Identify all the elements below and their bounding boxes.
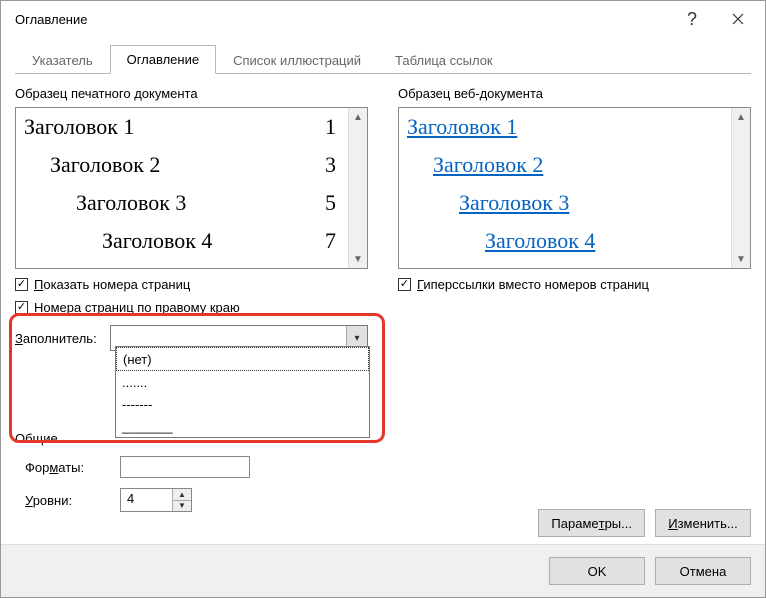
- checkbox-icon: [398, 278, 411, 291]
- fill-leader-label: Заполнитель:: [15, 331, 110, 346]
- print-preview-box: Заголовок 1 1 Заголовок 2 3 Заголовок 3 …: [15, 107, 368, 269]
- dialog-window: Оглавление ? Указатель Оглавление Список…: [0, 0, 766, 598]
- scroll-down-icon[interactable]: ▼: [349, 250, 367, 268]
- dialog-button-bar: OK Отмена: [1, 544, 765, 597]
- formats-combo[interactable]: [120, 456, 250, 478]
- close-icon: [732, 13, 744, 25]
- checkbox-icon: [15, 278, 28, 291]
- tab-figures[interactable]: Список иллюстраций: [216, 46, 378, 74]
- print-preview-label: Образец печатного документа: [15, 86, 368, 101]
- formats-label: Форматы:: [15, 460, 120, 475]
- web-preview-row: Заголовок 2: [407, 152, 723, 190]
- scroll-track[interactable]: [732, 126, 750, 250]
- modify-button[interactable]: Изменить...: [655, 509, 751, 537]
- tab-strip: Указатель Оглавление Список иллюстраций …: [15, 45, 751, 74]
- options-button-row: Параметры... Изменить...: [538, 509, 751, 537]
- checkbox-right-align[interactable]: Номера страниц по правому краю: [15, 300, 368, 315]
- print-heading: Заголовок 1: [24, 114, 134, 140]
- print-heading: Заголовок 3: [76, 190, 186, 216]
- ok-button[interactable]: OK: [549, 557, 645, 585]
- web-heading-link: Заголовок 1: [407, 114, 517, 140]
- print-preview: Заголовок 1 1 Заголовок 2 3 Заголовок 3 …: [16, 108, 348, 268]
- print-preview-scrollbar[interactable]: ▲ ▼: [348, 108, 367, 268]
- web-heading-link: Заголовок 4: [485, 228, 595, 254]
- spinner-buttons: ▲ ▼: [172, 489, 191, 511]
- print-preview-row: Заголовок 2 3: [24, 152, 340, 190]
- scroll-up-icon[interactable]: ▲: [349, 108, 367, 126]
- print-page: 5: [325, 190, 340, 216]
- help-button[interactable]: ?: [669, 1, 715, 37]
- spinner-down-icon[interactable]: ▼: [173, 501, 191, 512]
- web-heading-link: Заголовок 2: [433, 152, 543, 178]
- dialog-content: Указатель Оглавление Список иллюстраций …: [15, 45, 751, 537]
- web-preview-label: Образец веб-документа: [398, 86, 751, 101]
- web-preview-row: Заголовок 4: [407, 228, 723, 266]
- print-preview-row: Заголовок 1 1: [24, 114, 340, 152]
- title-bar: Оглавление ?: [1, 1, 765, 37]
- checkbox-show-page-numbers[interactable]: Показать номера страниц: [15, 277, 368, 292]
- print-page: 7: [325, 228, 340, 254]
- fill-option-none[interactable]: (нет): [116, 347, 369, 371]
- spinner-up-icon[interactable]: ▲: [173, 489, 191, 501]
- fill-leader-dropdown-list[interactable]: (нет) ....... ------- _______: [115, 346, 370, 438]
- right-column: Образец веб-документа Заголовок 1 Заголо…: [398, 86, 751, 512]
- fill-option-dashes[interactable]: -------: [116, 393, 369, 415]
- print-page: 3: [325, 152, 340, 178]
- window-title: Оглавление: [15, 12, 669, 27]
- left-column: Образец печатного документа Заголовок 1 …: [15, 86, 368, 512]
- tab-body: Образец печатного документа Заголовок 1 …: [15, 74, 751, 512]
- web-preview-scrollbar[interactable]: ▲ ▼: [731, 108, 750, 268]
- levels-value: 4: [121, 489, 172, 511]
- tab-authorities[interactable]: Таблица ссылок: [378, 46, 510, 74]
- web-preview-row: Заголовок 3: [407, 190, 723, 228]
- scroll-up-icon[interactable]: ▲: [732, 108, 750, 126]
- formats-row: Форматы:: [15, 456, 368, 478]
- checkbox-hyperlinks[interactable]: Гиперссылки вместо номеров страниц: [398, 277, 751, 292]
- tab-index[interactable]: Указатель: [15, 46, 110, 74]
- checkbox-icon: [15, 301, 28, 314]
- options-button[interactable]: Параметры...: [538, 509, 645, 537]
- web-preview-box: Заголовок 1 Заголовок 2 Заголовок 3 Заго…: [398, 107, 751, 269]
- checkbox-label: Показать номера страниц: [34, 277, 190, 292]
- general-section: Общие Форматы: Уровни: 4 ▲ ▼: [15, 431, 368, 512]
- fill-option-dots[interactable]: .......: [116, 371, 369, 393]
- print-preview-row: Заголовок 3 5: [24, 190, 340, 228]
- scroll-down-icon[interactable]: ▼: [732, 250, 750, 268]
- web-preview-row: Заголовок 1: [407, 114, 723, 152]
- print-preview-row: Заголовок 4 7: [24, 228, 340, 266]
- close-button[interactable]: [715, 1, 761, 37]
- checkbox-label: Номера страниц по правому краю: [34, 300, 240, 315]
- scroll-track[interactable]: [349, 126, 367, 250]
- levels-row: Уровни: 4 ▲ ▼: [15, 488, 368, 512]
- web-heading-link: Заголовок 3: [459, 190, 569, 216]
- web-preview: Заголовок 1 Заголовок 2 Заголовок 3 Заго…: [399, 108, 731, 268]
- levels-spinner[interactable]: 4 ▲ ▼: [120, 488, 192, 512]
- print-heading: Заголовок 2: [50, 152, 160, 178]
- print-page: 1: [325, 114, 340, 140]
- tab-toc[interactable]: Оглавление: [110, 45, 216, 74]
- cancel-button[interactable]: Отмена: [655, 557, 751, 585]
- fill-option-underscore[interactable]: _______: [116, 415, 369, 437]
- levels-label: Уровни:: [15, 493, 120, 508]
- print-heading: Заголовок 4: [102, 228, 212, 254]
- checkbox-label: Гиперссылки вместо номеров страниц: [417, 277, 649, 292]
